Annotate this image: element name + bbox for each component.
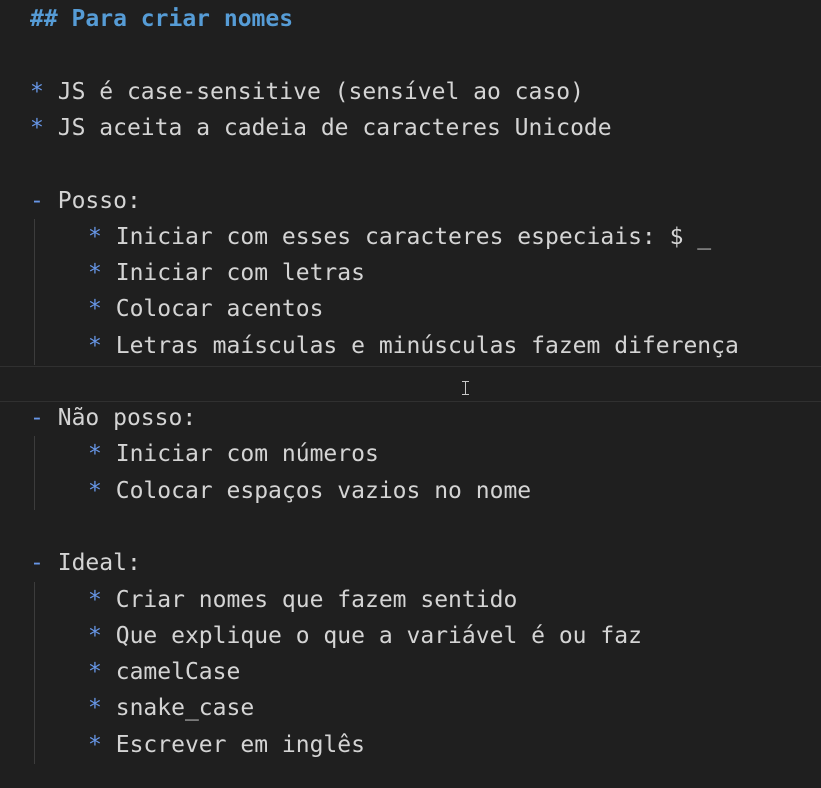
- heading-line: ## Para criar nomes: [30, 6, 294, 32]
- list-item: * Criar nomes que fazem sentido: [88, 582, 517, 618]
- list-item: * Que explique o que a variável é ou faz: [88, 618, 642, 654]
- group-header: - Posso:: [30, 183, 141, 219]
- indent-guide: [34, 582, 35, 764]
- group-header: - Ideal:: [30, 545, 141, 581]
- bullet-marker: *: [88, 695, 102, 721]
- list-item: * JS é case-sensitive (sensível ao caso): [30, 74, 584, 110]
- list-item: * Escrever em inglês: [88, 727, 365, 763]
- list-item-text: Criar nomes que fazem sentido: [115, 587, 518, 613]
- bullet-marker: *: [30, 115, 44, 141]
- bullet-marker: *: [88, 333, 102, 359]
- list-item-text: snake_case: [115, 695, 255, 721]
- list-item-text: Colocar espaços vazios no nome: [115, 478, 532, 504]
- list-item-text: Colocar acentos: [115, 296, 324, 322]
- group-label: Posso:: [57, 188, 141, 214]
- list-item: * Iniciar com números: [88, 436, 379, 472]
- group-label: Ideal:: [57, 550, 141, 576]
- list-item: * Colocar espaços vazios no nome: [88, 473, 531, 509]
- list-item: * Iniciar com esses caracteres especiais…: [88, 219, 711, 255]
- text-cursor-icon: [462, 381, 469, 395]
- bullet-marker: *: [88, 441, 102, 467]
- dash-marker: -: [30, 188, 44, 214]
- indent-guide: [34, 219, 35, 365]
- bullet-marker: *: [88, 478, 102, 504]
- list-item: * snake_case: [88, 690, 254, 726]
- bullet-marker: *: [88, 260, 102, 286]
- list-item-text: Iniciar com letras: [115, 260, 365, 286]
- list-item: * Colocar acentos: [88, 291, 323, 327]
- list-item-text: Letras maísculas e minúsculas fazem dife…: [115, 333, 739, 359]
- bullet-marker: *: [88, 659, 102, 685]
- bullet-marker: *: [88, 296, 102, 322]
- list-item-text: JS é case-sensitive (sensível ao caso): [57, 79, 584, 105]
- list-item-text: Que explique o que a variável é ou faz: [115, 623, 642, 649]
- bullet-marker: *: [88, 623, 102, 649]
- list-item-text: camelCase: [115, 659, 241, 685]
- list-item: * camelCase: [88, 654, 240, 690]
- dash-marker: -: [30, 550, 44, 576]
- dash-marker: -: [30, 405, 44, 431]
- list-item: * JS aceita a cadeia de caracteres Unico…: [30, 110, 612, 146]
- group-label: Não posso:: [57, 405, 197, 431]
- list-item-text: Escrever em inglês: [115, 732, 365, 758]
- list-item-text: JS aceita a cadeia de caracteres Unicode: [57, 115, 612, 141]
- list-item: * Iniciar com letras: [88, 255, 365, 291]
- list-item: * Letras maísculas e minúsculas fazem di…: [88, 328, 739, 364]
- bullet-marker: *: [30, 79, 44, 105]
- bullet-marker: *: [88, 587, 102, 613]
- indent-guide: [34, 436, 35, 510]
- current-line-highlight: [0, 366, 821, 402]
- bullet-marker: *: [88, 732, 102, 758]
- markdown-editor[interactable]: ## Para criar nomes * JS é case-sensitiv…: [0, 0, 821, 788]
- list-item-text: Iniciar com esses caracteres especiais: …: [115, 224, 712, 250]
- list-item-text: Iniciar com números: [115, 441, 379, 467]
- group-header: - Não posso:: [30, 400, 196, 436]
- bullet-marker: *: [88, 224, 102, 250]
